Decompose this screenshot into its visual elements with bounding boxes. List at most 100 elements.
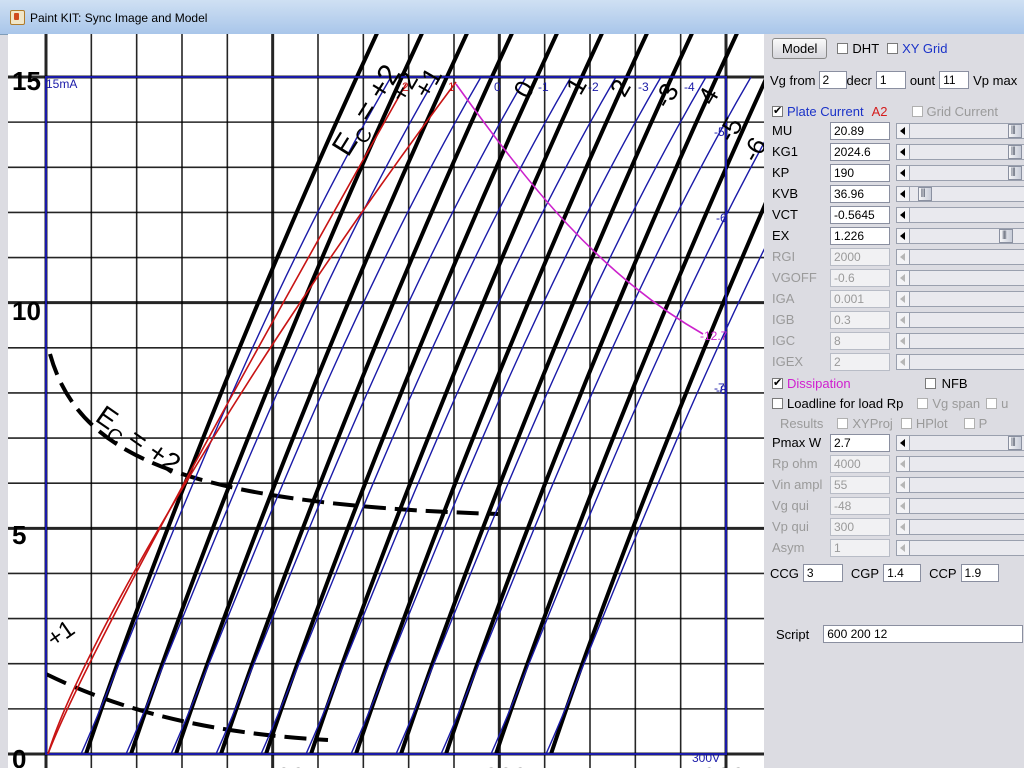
script-input[interactable]: 600 200 12: [823, 625, 1024, 643]
param-slider-vg-qui[interactable]: [896, 498, 1024, 514]
xy-grid-checkbox[interactable]: [887, 42, 899, 54]
script-label: Script: [776, 626, 810, 642]
param-slider-iga[interactable]: [896, 291, 1024, 307]
param-slider-mu[interactable]: [896, 123, 1024, 139]
results-label: Results: [780, 415, 824, 431]
slider-left-arrow-icon[interactable]: [897, 520, 910, 534]
nfb-checkbox[interactable]: [924, 377, 936, 389]
param-slider-rp-ohm[interactable]: [896, 456, 1024, 472]
slider-thumb[interactable]: [1007, 436, 1022, 450]
vg-from-label: Vg from: [770, 72, 816, 88]
param-input-igex[interactable]: 2: [830, 353, 890, 371]
param-input-igc[interactable]: 8: [830, 332, 890, 350]
param-input-mu[interactable]: 20.89: [830, 122, 890, 140]
image-plate-curve: [129, 34, 424, 755]
plot-canvas[interactable]: 151050100200300EC= +2EC= +20-1-2-3-4-5-6…: [8, 34, 764, 768]
param-slider-igb[interactable]: [896, 312, 1024, 328]
dissipation-checkbox[interactable]: [772, 376, 783, 389]
vg-span-checkbox[interactable]: [917, 397, 929, 409]
hplot-checkbox[interactable]: [900, 417, 912, 429]
param-label-vp-qui: Vp qui: [772, 519, 809, 534]
param-input-ex[interactable]: 1.226: [830, 227, 890, 245]
count-input[interactable]: 11: [939, 71, 970, 89]
param-input-pmax-w[interactable]: 2.7: [830, 434, 890, 452]
plate-current-checkbox[interactable]: [772, 104, 783, 117]
param-input-vgoff[interactable]: -0.6: [830, 269, 890, 287]
param-input-vg-qui[interactable]: -48: [830, 497, 890, 515]
slider-thumb[interactable]: [999, 229, 1013, 243]
param-input-vin-ampl[interactable]: 55: [830, 476, 890, 494]
slider-thumb[interactable]: [1007, 124, 1022, 138]
x-tick-label: 100: [262, 762, 305, 768]
slider-thumb[interactable]: [917, 187, 932, 201]
param-slider-kvb[interactable]: [896, 186, 1024, 202]
param-label-vct: VCT: [772, 207, 798, 222]
param-slider-rgi[interactable]: [896, 249, 1024, 265]
model-button[interactable]: Model: [772, 37, 828, 59]
slider-left-arrow-icon[interactable]: [897, 499, 910, 513]
vg-from-input[interactable]: 2: [818, 71, 847, 89]
param-slider-ex[interactable]: [896, 228, 1024, 244]
param-input-kg1[interactable]: 2024.6: [830, 143, 890, 161]
param-slider-vct[interactable]: [896, 207, 1024, 223]
param-row-rp-ohm: Rp ohm 4000: [772, 454, 1024, 474]
param-slider-igex[interactable]: [896, 354, 1024, 370]
u-checkbox[interactable]: [986, 397, 998, 409]
plate-curve-plot[interactable]: 151050100200300EC= +2EC= +20-1-2-3-4-5-6…: [8, 34, 764, 768]
ccg-label: CCG: [770, 565, 799, 581]
slider-left-arrow-icon[interactable]: [897, 457, 910, 471]
param-slider-kp[interactable]: [896, 165, 1024, 181]
param-input-vct[interactable]: -0.5645: [830, 206, 890, 224]
param-slider-kg1[interactable]: [896, 144, 1024, 160]
slider-left-arrow-icon[interactable]: [897, 208, 910, 222]
slider-thumb[interactable]: [1007, 166, 1022, 180]
param-input-igb[interactable]: 0.3: [830, 311, 890, 329]
title-bar: Paint KIT: Sync Image and Model: [0, 0, 1024, 35]
slider-left-arrow-icon[interactable]: [897, 313, 910, 327]
param-input-kvb[interactable]: 36.96: [830, 185, 890, 203]
xyproj-checkbox[interactable]: [837, 417, 849, 429]
slider-left-arrow-icon[interactable]: [897, 145, 910, 159]
param-input-vp-qui[interactable]: 300: [830, 518, 890, 536]
param-input-kp[interactable]: 190: [830, 164, 890, 182]
slider-left-arrow-icon[interactable]: [897, 478, 910, 492]
param-input-iga[interactable]: 0.001: [830, 290, 890, 308]
slider-left-arrow-icon[interactable]: [897, 355, 910, 369]
param-slider-asym[interactable]: [896, 540, 1024, 556]
param-input-rgi[interactable]: 2000: [830, 248, 890, 266]
slider-left-arrow-icon[interactable]: [897, 166, 910, 180]
param-slider-vgoff[interactable]: [896, 270, 1024, 286]
loadline-label: Loadline for load Rp: [787, 395, 904, 411]
param-row-iga: IGA 0.001: [772, 289, 1024, 309]
slider-thumb[interactable]: [1007, 145, 1022, 159]
decr-input[interactable]: 1: [875, 71, 906, 89]
grid-current-checkbox[interactable]: [911, 105, 923, 117]
dht-checkbox[interactable]: [837, 42, 849, 54]
param-slider-pmax-w[interactable]: [896, 435, 1024, 451]
param-slider-vp-qui[interactable]: [896, 519, 1024, 535]
param-label-igex: IGEX: [772, 354, 804, 369]
param-input-asym[interactable]: 1: [830, 539, 890, 557]
param-slider-igc[interactable]: [896, 333, 1024, 349]
cgp-input[interactable]: 1.4: [883, 564, 922, 582]
slider-left-arrow-icon[interactable]: [897, 334, 910, 348]
slider-left-arrow-icon[interactable]: [897, 271, 910, 285]
model-curve-label: 2: [402, 80, 409, 94]
param-input-rp-ohm[interactable]: 4000: [830, 455, 890, 473]
param-slider-vin-ampl[interactable]: [896, 477, 1024, 493]
param-label-kvb: KVB: [772, 186, 799, 201]
slider-left-arrow-icon[interactable]: [897, 187, 910, 201]
slider-left-arrow-icon[interactable]: [897, 124, 910, 138]
p-checkbox[interactable]: [963, 417, 975, 429]
slider-left-arrow-icon[interactable]: [897, 292, 910, 306]
model-plate-curve: [260, 76, 572, 755]
slider-left-arrow-icon[interactable]: [897, 436, 910, 450]
ccg-input[interactable]: 3: [802, 564, 843, 582]
ccp-input[interactable]: 1.9: [960, 564, 999, 582]
slider-left-arrow-icon[interactable]: [897, 250, 910, 264]
loadline-checkbox[interactable]: [772, 397, 783, 409]
slider-left-arrow-icon[interactable]: [897, 229, 910, 243]
plate-current-label: Plate Current: [787, 103, 864, 119]
param-label-vgoff: VGOFF: [772, 270, 817, 285]
slider-left-arrow-icon[interactable]: [897, 541, 910, 555]
